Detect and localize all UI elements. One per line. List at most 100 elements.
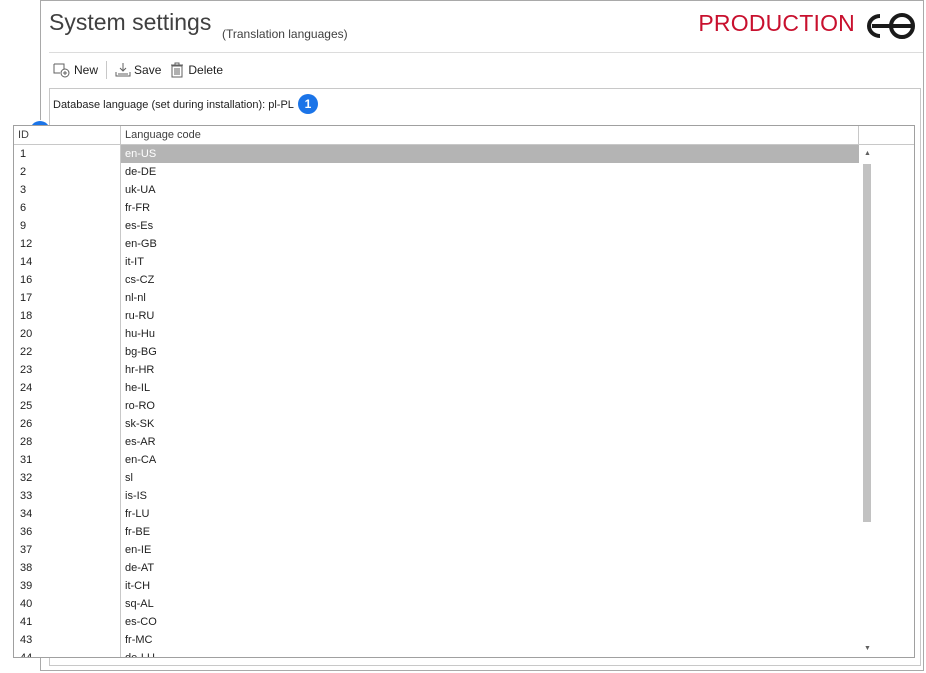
cell-language-code[interactable]: de-AT [121,559,859,577]
cell-id[interactable]: 26 [14,415,120,433]
cell-id[interactable]: 34 [14,505,120,523]
table-row[interactable]: 26 sk-SK [14,415,859,433]
cell-language-code[interactable]: fr-LU [121,505,859,523]
cell-language-code[interactable]: en-US [121,145,859,163]
new-button[interactable]: New [49,59,102,81]
cell-id[interactable]: 17 [14,289,120,307]
cell-language-code[interactable]: hu-Hu [121,325,859,343]
cell-language-code[interactable]: it-CH [121,577,859,595]
cell-language-code[interactable]: fr-FR [121,199,859,217]
table-row[interactable]: 32 sl [14,469,859,487]
table-row[interactable]: 39 it-CH [14,577,859,595]
cell-language-code[interactable]: ru-RU [121,307,859,325]
save-icon [115,63,131,77]
cell-id[interactable]: 22 [14,343,120,361]
cell-language-code[interactable]: en-GB [121,235,859,253]
cell-language-code[interactable]: is-IS [121,487,859,505]
cell-id[interactable]: 39 [14,577,120,595]
cell-id[interactable]: 44 [14,649,120,657]
cell-id[interactable]: 14 [14,253,120,271]
scroll-down-arrow-icon[interactable]: ▼ [859,640,876,657]
cell-language-code[interactable]: uk-UA [121,181,859,199]
cell-id[interactable]: 12 [14,235,120,253]
cell-language-code[interactable]: es-AR [121,433,859,451]
table-row[interactable]: 1 en-US [14,145,859,163]
vertical-scrollbar[interactable]: ▲ ▼ [859,145,876,657]
table-row[interactable]: 9 es-Es [14,217,859,235]
cell-id[interactable]: 3 [14,181,120,199]
toolbar: New Save Delete [49,59,227,81]
cell-language-code[interactable]: bg-BG [121,343,859,361]
cell-language-code[interactable]: es-Es [121,217,859,235]
cell-language-code[interactable]: hr-HR [121,361,859,379]
cell-language-code[interactable]: sk-SK [121,415,859,433]
table-row[interactable]: 43 fr-MC [14,631,859,649]
cell-id[interactable]: 37 [14,541,120,559]
table-row[interactable]: 23 hr-HR [14,361,859,379]
table-row[interactable]: 17 nl-nl [14,289,859,307]
delete-button[interactable]: Delete [165,59,227,81]
table-row[interactable]: 33 is-IS [14,487,859,505]
table-row[interactable]: 2 de-DE [14,163,859,181]
table-row[interactable]: 37 en-IE [14,541,859,559]
table-row[interactable]: 24 he-IL [14,379,859,397]
column-header-language-code[interactable]: Language code [121,126,859,144]
cell-id[interactable]: 31 [14,451,120,469]
table-row[interactable]: 16 cs-CZ [14,271,859,289]
cell-language-code[interactable]: nl-nl [121,289,859,307]
table-row[interactable]: 12 en-GB [14,235,859,253]
cell-id[interactable]: 33 [14,487,120,505]
table-row[interactable]: 18 ru-RU [14,307,859,325]
table-row[interactable]: 38 de-AT [14,559,859,577]
scrollbar-thumb[interactable] [863,164,871,522]
toolbar-separator [106,61,108,79]
cell-id[interactable]: 32 [14,469,120,487]
table-row[interactable]: 40 sq-AL [14,595,859,613]
cell-id[interactable]: 18 [14,307,120,325]
cell-language-code[interactable]: de-LU [121,649,859,657]
table-row[interactable]: 44de-LU [14,649,859,657]
table-row[interactable]: 34 fr-LU [14,505,859,523]
scroll-up-arrow-icon[interactable]: ▲ [859,145,876,162]
cell-id[interactable]: 41 [14,613,120,631]
table-row[interactable]: 22 bg-BG [14,343,859,361]
cell-id[interactable]: 24 [14,379,120,397]
cell-id[interactable]: 20 [14,325,120,343]
cell-id[interactable]: 6 [14,199,120,217]
cell-language-code[interactable]: cs-CZ [121,271,859,289]
cell-language-code[interactable]: en-IE [121,541,859,559]
delete-button-label: Delete [188,63,224,77]
table-row[interactable]: 28 es-AR [14,433,859,451]
cell-language-code[interactable]: fr-MC [121,631,859,649]
table-row[interactable]: 25 ro-RO [14,397,859,415]
cell-language-code[interactable]: en-CA [121,451,859,469]
table-row[interactable]: 41 es-CO [14,613,859,631]
table-row[interactable]: 3 uk-UA [14,181,859,199]
cell-language-code[interactable]: fr-BE [121,523,859,541]
cell-id[interactable]: 25 [14,397,120,415]
table-row[interactable]: 6 fr-FR [14,199,859,217]
cell-id[interactable]: 9 [14,217,120,235]
cell-language-code[interactable]: sl [121,469,859,487]
cell-id[interactable]: 36 [14,523,120,541]
cell-id[interactable]: 38 [14,559,120,577]
cell-id[interactable]: 43 [14,631,120,649]
cell-id[interactable]: 28 [14,433,120,451]
cell-id[interactable]: 2 [14,163,120,181]
cell-language-code[interactable]: he-IL [121,379,859,397]
cell-id[interactable]: 40 [14,595,120,613]
cell-language-code[interactable]: de-DE [121,163,859,181]
cell-language-code[interactable]: sq-AL [121,595,859,613]
cell-language-code[interactable]: ro-RO [121,397,859,415]
table-row[interactable]: 20 hu-Hu [14,325,859,343]
cell-id[interactable]: 16 [14,271,120,289]
cell-language-code[interactable]: es-CO [121,613,859,631]
save-button[interactable]: Save [111,59,165,81]
cell-id[interactable]: 23 [14,361,120,379]
table-row[interactable]: 31 en-CA [14,451,859,469]
column-header-id[interactable]: ID [14,126,121,144]
cell-id[interactable]: 1 [14,145,120,163]
table-row[interactable]: 36 fr-BE [14,523,859,541]
table-row[interactable]: 14 it-IT [14,253,859,271]
cell-language-code[interactable]: it-IT [121,253,859,271]
